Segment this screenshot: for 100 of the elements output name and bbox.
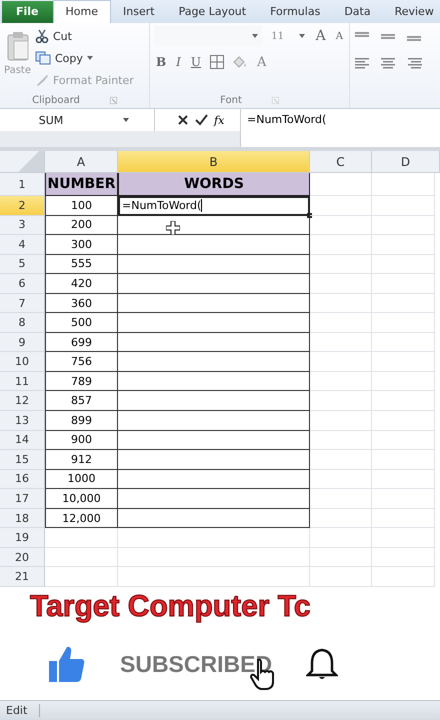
caret-icon: [252, 34, 258, 38]
cut-button[interactable]: Cut: [35, 26, 134, 46]
table-cell: 12,000: [45, 508, 118, 528]
scissors-icon: [35, 29, 49, 43]
align-icon[interactable]: [380, 57, 396, 71]
table-cell: [310, 508, 372, 528]
row-header[interactable]: 7: [0, 294, 45, 314]
row-header[interactable]: 5: [0, 254, 45, 274]
column-header[interactable]: C: [310, 151, 372, 172]
table-cell: 1000: [45, 470, 118, 490]
row-header[interactable]: 2: [0, 196, 45, 216]
table-cell: [372, 352, 435, 372]
row-header[interactable]: 8: [0, 313, 45, 333]
row-header[interactable]: 14: [0, 430, 45, 450]
ribbon-tab[interactable]: Data: [332, 1, 383, 23]
align-icon[interactable]: [406, 57, 422, 71]
grow-font-button[interactable]: A: [314, 28, 328, 44]
thumbs-up-icon[interactable]: [48, 645, 86, 683]
row-header[interactable]: 19: [0, 528, 45, 548]
check-icon[interactable]: [195, 114, 208, 126]
table-cell: [372, 313, 435, 333]
row-header[interactable]: 17: [0, 489, 45, 509]
bell-icon[interactable]: [306, 647, 338, 681]
table-cell: [372, 470, 435, 490]
table-cell: [372, 294, 435, 314]
row-header[interactable]: 18: [0, 508, 45, 528]
row-header[interactable]: 10: [0, 352, 45, 372]
underline-button[interactable]: U: [188, 55, 204, 69]
table-cell: [372, 391, 435, 412]
row-header[interactable]: 13: [0, 411, 45, 431]
table-cell: [310, 548, 372, 568]
table-cell: [372, 196, 435, 216]
row-header[interactable]: 21: [0, 567, 45, 587]
table-cell: 200: [45, 216, 118, 236]
table-cell: NUMBER: [45, 173, 118, 196]
table-cell: 899: [45, 411, 118, 431]
ribbon-tab[interactable]: Home: [52, 0, 111, 23]
table-cell: [310, 216, 372, 236]
table-cell: 100: [45, 196, 118, 216]
table-cell: [372, 567, 435, 587]
table-cell: [310, 450, 372, 470]
table-cell: 500: [45, 313, 118, 333]
row-header[interactable]: 11: [0, 372, 45, 392]
row-header[interactable]: 16: [0, 470, 45, 490]
table-cell: [310, 235, 372, 255]
row-header[interactable]: 15: [0, 450, 45, 470]
table-cell: 900: [45, 430, 118, 450]
table-cell: 699: [45, 332, 118, 352]
name-box[interactable]: SUM: [0, 109, 155, 131]
table-cell: 756: [45, 352, 118, 372]
table-cell: [372, 450, 435, 470]
table-cell: 857: [45, 391, 118, 412]
column-header[interactable]: B: [118, 151, 310, 172]
table-cell: [372, 372, 435, 392]
table-cell: [310, 489, 372, 509]
ribbon-tab[interactable]: Formulas: [258, 1, 332, 23]
status-mode: Edit: [0, 704, 40, 717]
insert-function-button[interactable]: fx: [214, 114, 224, 126]
shrink-font-button[interactable]: A: [334, 30, 345, 42]
table-cell: 360: [45, 294, 118, 314]
ribbon-tab[interactable]: Page Layout: [166, 1, 258, 23]
table-cell: [310, 173, 372, 196]
brush-icon: [35, 73, 49, 87]
formula-field[interactable]: =NumToWord(: [240, 109, 440, 147]
group-label: Clipboard: [32, 94, 80, 106]
row-header[interactable]: 9: [0, 332, 45, 352]
table-cell: [310, 254, 372, 274]
table-cell: [310, 567, 372, 587]
table-cell: [310, 528, 372, 548]
table-cell: [372, 528, 435, 548]
cancel-icon[interactable]: [177, 114, 189, 126]
table-cell: [372, 489, 435, 509]
row-header[interactable]: 20: [0, 548, 45, 568]
italic-button[interactable]: I: [174, 55, 183, 69]
table-cell: [310, 352, 372, 372]
row-header[interactable]: 3: [0, 216, 45, 236]
table-cell: WORDS: [118, 173, 310, 196]
table-cell: [310, 274, 372, 294]
table-cell: [310, 372, 372, 392]
borders-icon[interactable]: [209, 54, 226, 70]
dialog-launcher-icon: [110, 96, 117, 104]
table-cell: [310, 313, 372, 333]
table-cell: 912: [45, 450, 118, 470]
row-header[interactable]: 12: [0, 391, 45, 412]
ribbon-tab[interactable]: Review: [382, 1, 440, 23]
copy-button[interactable]: Copy: [35, 48, 134, 68]
ribbon-tab[interactable]: Insert: [111, 1, 167, 23]
caret-icon: [123, 118, 130, 122]
table-cell: [372, 332, 435, 352]
table-cell: 300: [45, 235, 118, 255]
table-cell: [372, 430, 435, 450]
column-header[interactable]: D: [372, 151, 440, 172]
caret-icon: [86, 56, 93, 60]
row-header[interactable]: 4: [0, 235, 45, 255]
row-header[interactable]: 1: [0, 173, 45, 196]
row-header[interactable]: 6: [0, 274, 45, 294]
file-tab[interactable]: File: [2, 1, 53, 23]
table-cell: [372, 274, 435, 294]
align-icon[interactable]: [354, 57, 370, 71]
bold-button[interactable]: B: [154, 55, 168, 69]
